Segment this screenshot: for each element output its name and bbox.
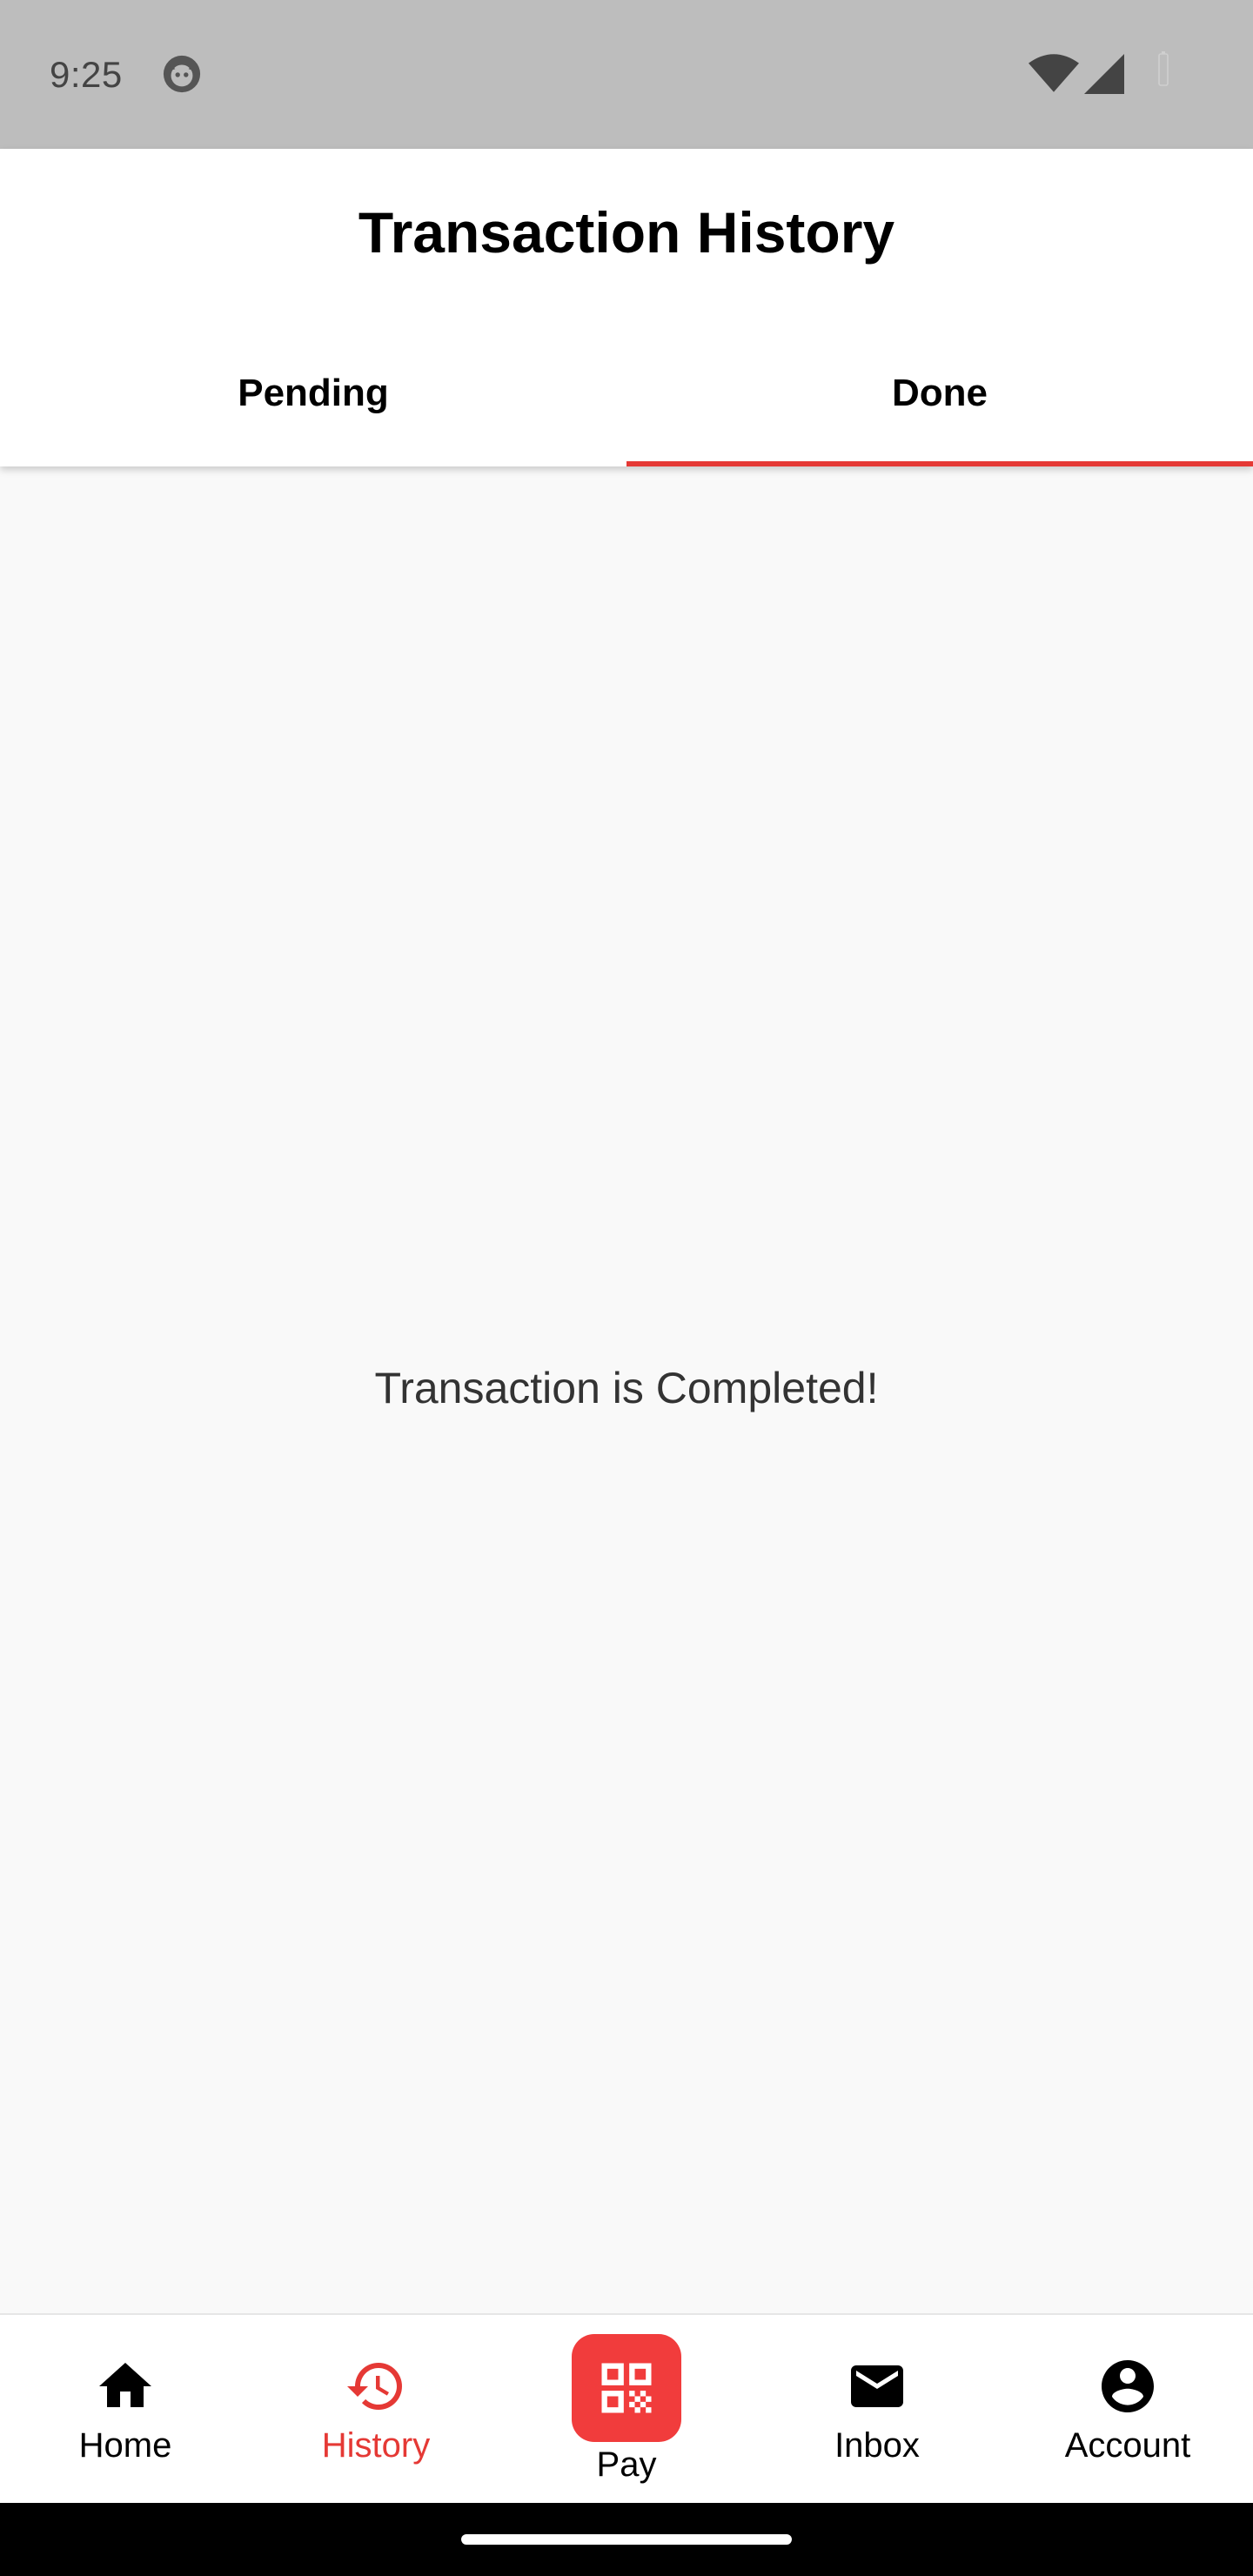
cell-signal-icon xyxy=(1084,54,1124,94)
nav-home[interactable]: Home xyxy=(0,2315,251,2505)
bottom-navigation: Home History Pay Inbox Account xyxy=(0,2313,1253,2503)
nav-account[interactable]: Account xyxy=(1002,2315,1253,2505)
tab-done-label: Done xyxy=(892,371,988,414)
history-icon xyxy=(347,2363,402,2410)
selected-tab-indicator xyxy=(626,461,1253,466)
mail-icon xyxy=(851,2365,903,2407)
tab-bar: Pending Done xyxy=(0,319,1253,466)
gesture-home-handle[interactable] xyxy=(461,2534,792,2545)
home-icon xyxy=(99,2363,151,2407)
wifi-icon xyxy=(1029,54,1079,92)
tab-done[interactable]: Done xyxy=(626,319,1253,466)
nav-account-label: Account xyxy=(1064,2426,1191,2465)
nav-pay-label: Pay xyxy=(596,2445,657,2484)
empty-state-message: Transaction is Completed! xyxy=(374,1364,879,1412)
status-time: 9:25 xyxy=(50,54,123,95)
page-title: Transaction History xyxy=(358,200,895,265)
qr-code-icon xyxy=(601,2363,652,2413)
system-navigation-bar xyxy=(0,2503,1253,2576)
nav-history-label: History xyxy=(321,2426,431,2465)
tab-pending[interactable]: Pending xyxy=(0,319,626,466)
tab-pending-label: Pending xyxy=(238,371,389,414)
nav-inbox[interactable]: Inbox xyxy=(752,2315,1002,2505)
account-circle-icon xyxy=(1102,2360,1154,2412)
status-bar: 9:25 xyxy=(0,0,1253,149)
nav-inbox-label: Inbox xyxy=(834,2426,920,2465)
app-screen: 9:25 Transaction History Pending Done Tr… xyxy=(0,0,1253,2576)
transaction-list-area: Transaction is Completed! xyxy=(0,466,1253,2313)
battery-icon xyxy=(1158,51,1169,86)
app-header: Transaction History Pending Done xyxy=(0,149,1253,466)
nav-history[interactable]: History xyxy=(251,2315,501,2505)
nav-home-label: Home xyxy=(78,2426,172,2465)
nav-pay[interactable]: Pay xyxy=(501,2315,752,2505)
app-notification-icon xyxy=(163,55,201,93)
pay-button-tile[interactable] xyxy=(572,2334,681,2442)
